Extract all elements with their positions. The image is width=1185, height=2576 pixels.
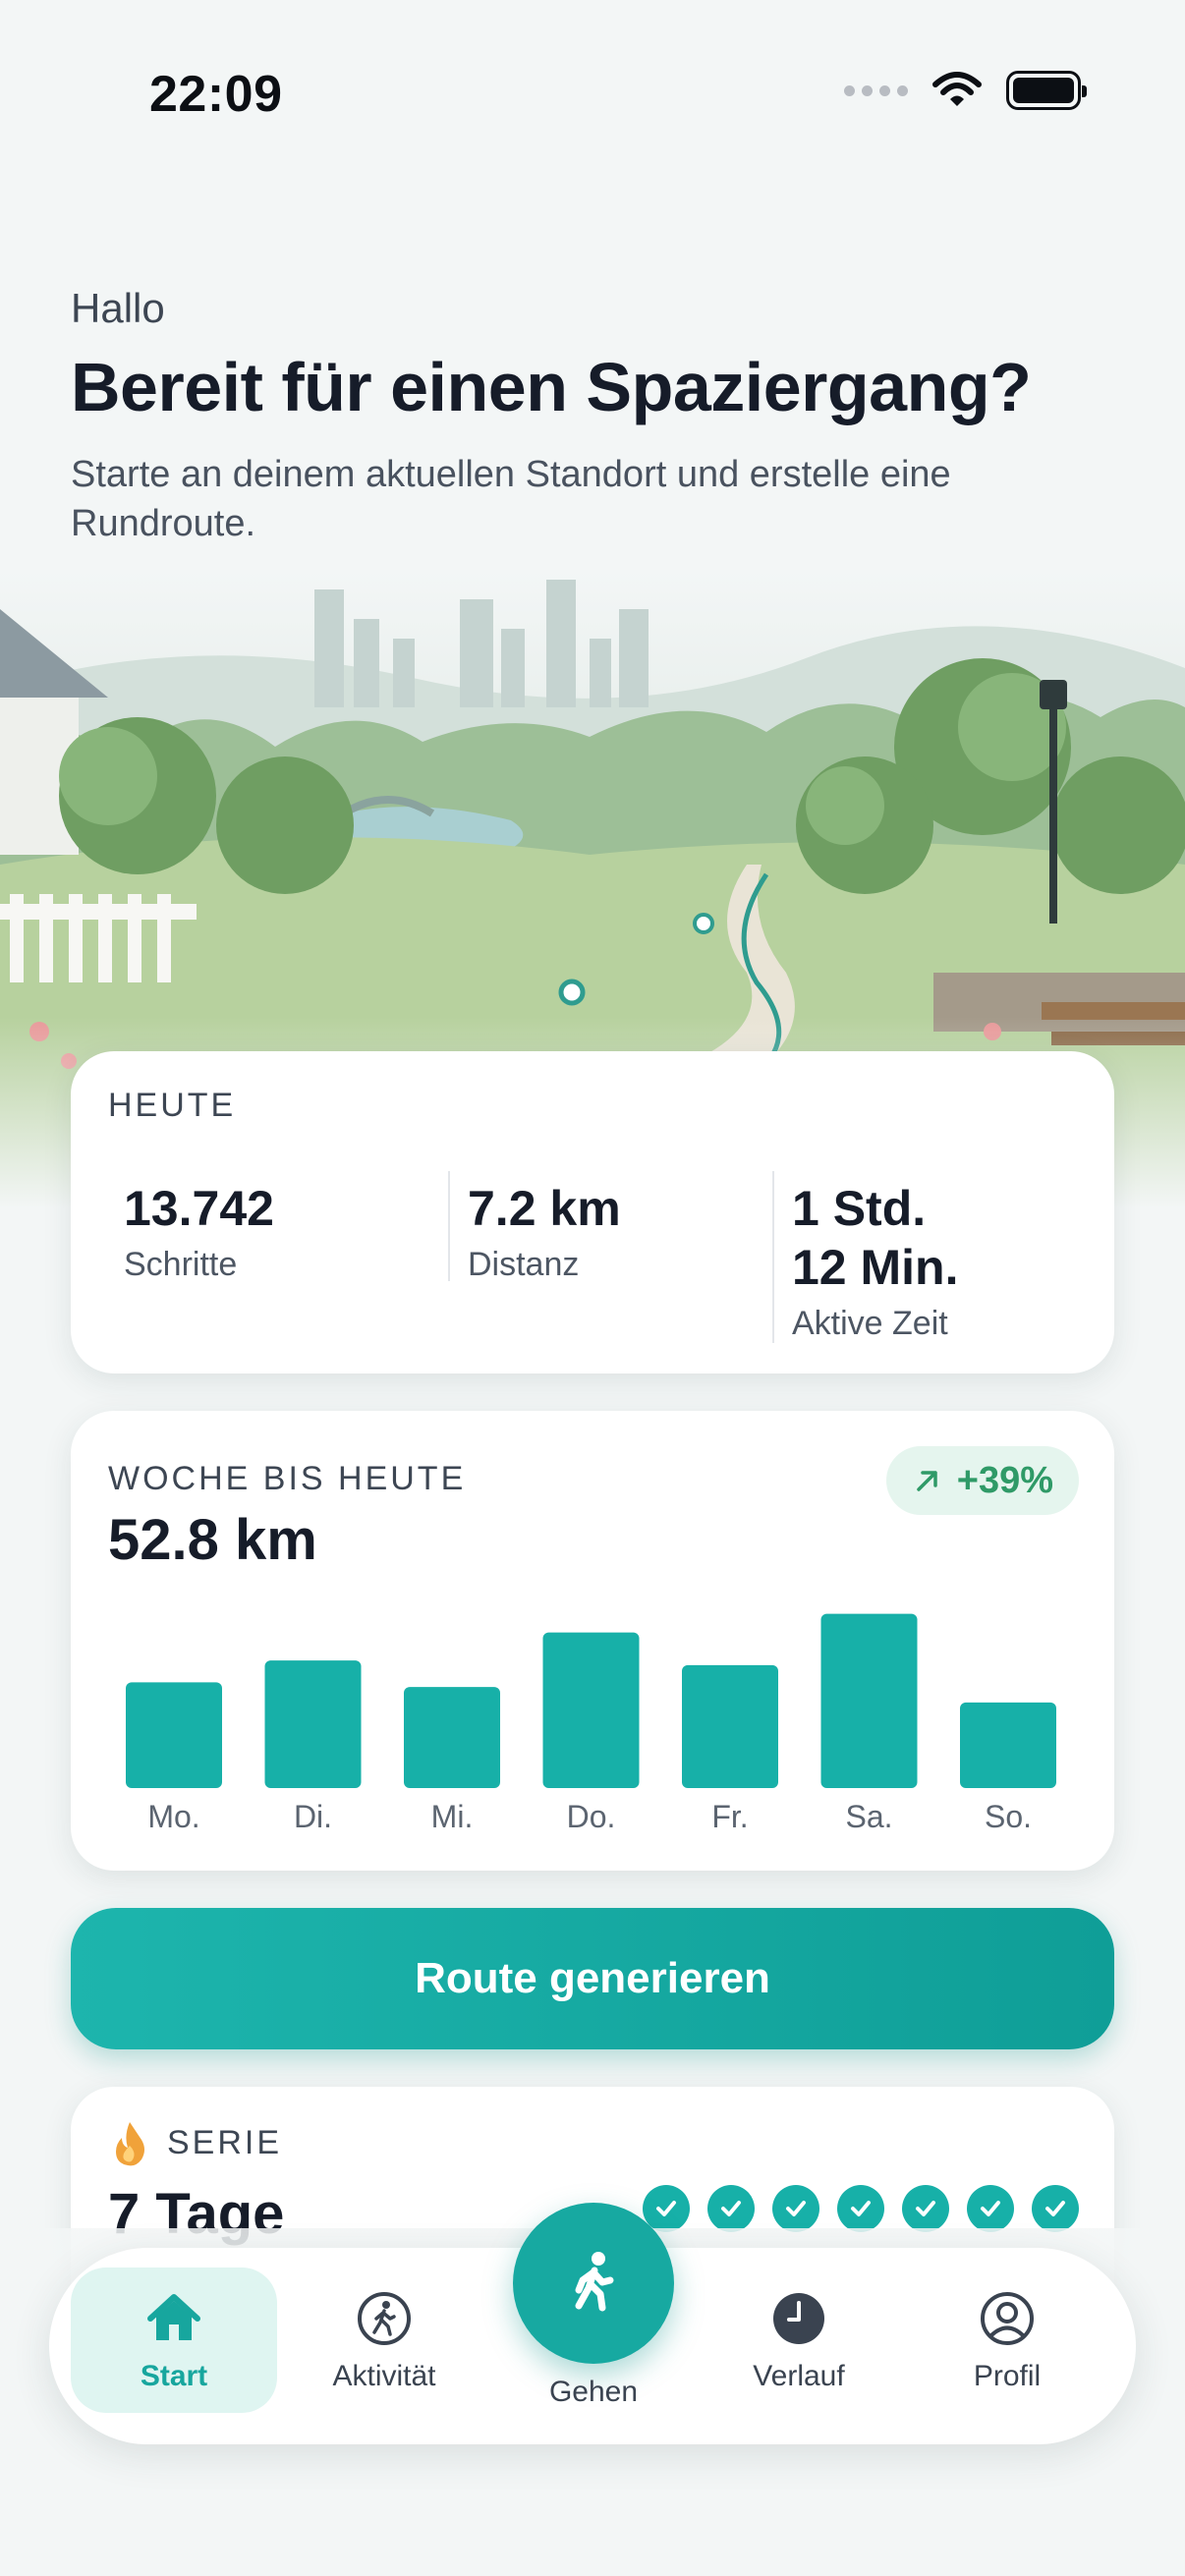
- status-time: 22:09: [149, 66, 283, 123]
- check-icon: [1032, 2185, 1079, 2232]
- flame-icon: [116, 2122, 144, 2166]
- week-label: WOCHE BIS HEUTE: [108, 1460, 467, 1497]
- distance-stat: 7.2 km Distanz: [448, 1171, 621, 1283]
- active-time-stat: 1 Std. 12 Min. Aktive Zeit: [772, 1171, 988, 1343]
- active-time-label: Aktive Zeit: [792, 1305, 948, 1342]
- check-icon: [902, 2185, 949, 2232]
- check-icon: [967, 2185, 1014, 2232]
- weekly-distance-chart: Mo. Di. Mi. Do. Fr. Sa. So.: [126, 1613, 1056, 1834]
- bar-di: [264, 1660, 362, 1788]
- today-card: HEUTE 13.742 Schritte 7.2 km Distanz 1 S…: [71, 1051, 1114, 1373]
- bottom-nav: Start Aktivität Gehen Verlauf Profil: [49, 2203, 1136, 2444]
- nav-profile-label: Profil: [973, 2360, 1042, 2392]
- x-tick-label: Mi.: [431, 1799, 474, 1834]
- person-circle-icon: [981, 2292, 1034, 2345]
- x-tick-label: Sa.: [845, 1799, 892, 1834]
- page-subtitle: Starte an deinem aktuellen Standort und …: [71, 454, 951, 544]
- signal-dots-icon: [844, 84, 908, 96]
- walking-person-circle-icon: [358, 2292, 411, 2345]
- greeting: Hallo: [71, 285, 165, 331]
- nav-activity-label: Aktivität: [332, 2360, 436, 2392]
- distance-value: 7.2 km: [468, 1181, 621, 1236]
- nav-history-label: Verlauf: [753, 2360, 845, 2392]
- wifi-icon: [932, 72, 982, 106]
- check-icon: [772, 2185, 819, 2232]
- x-tick-label: Mo.: [147, 1799, 199, 1834]
- go-walk-button[interactable]: [513, 2203, 674, 2364]
- today-label: HEUTE: [108, 1087, 237, 1124]
- steps-value: 13.742: [124, 1181, 274, 1236]
- x-tick-label: Di.: [294, 1799, 332, 1834]
- battery-icon: [1006, 71, 1087, 110]
- trend-value: +39%: [956, 1459, 1053, 1501]
- clock-icon: [773, 2293, 824, 2344]
- nav-start-label: Start: [140, 2360, 208, 2392]
- trend-badge: +39%: [885, 1446, 1079, 1515]
- nav-history[interactable]: Verlauf: [696, 2268, 902, 2413]
- page-title: Bereit für einen Spaziergang?: [71, 349, 1032, 425]
- arrow-up-right-icon: [917, 1471, 937, 1491]
- streak-days: [643, 2185, 1079, 2232]
- distance-label: Distanz: [468, 1246, 580, 1283]
- bar-sa: [820, 1613, 918, 1788]
- week-card: WOCHE BIS HEUTE 52.8 km +39% Mo. Di. Mi. Do…: [71, 1411, 1114, 1871]
- nav-start[interactable]: Start: [71, 2268, 277, 2413]
- nav-profile[interactable]: Profil: [904, 2268, 1110, 2413]
- generate-route-button[interactable]: Route generieren: [71, 1908, 1114, 2049]
- status-icons: [844, 71, 1087, 110]
- bar-mo: [126, 1682, 222, 1788]
- streak-label: SERIE: [167, 2124, 283, 2161]
- nav-activity[interactable]: Aktivität: [281, 2268, 487, 2413]
- week-total: 52.8 km: [108, 1508, 317, 1572]
- status-bar: 22:09: [0, 0, 1185, 187]
- bar-so: [960, 1702, 1056, 1788]
- home-icon: [147, 2294, 200, 2340]
- check-icon: [837, 2185, 884, 2232]
- steps-label: Schritte: [124, 1246, 238, 1283]
- steps-stat: 13.742 Schritte: [124, 1179, 274, 1284]
- x-tick-label: Do.: [567, 1799, 616, 1834]
- bar-do: [542, 1632, 640, 1788]
- x-tick-label: So.: [985, 1799, 1032, 1834]
- bar-fr: [682, 1664, 778, 1788]
- active-time-value: 1 Std. 12 Min.: [792, 1181, 959, 1295]
- nav-go-label: Gehen: [548, 2376, 639, 2408]
- x-tick-label: Fr.: [711, 1799, 748, 1834]
- walking-person-icon: [575, 2252, 614, 2312]
- check-icon: [707, 2185, 755, 2232]
- bar-mi: [404, 1687, 500, 1788]
